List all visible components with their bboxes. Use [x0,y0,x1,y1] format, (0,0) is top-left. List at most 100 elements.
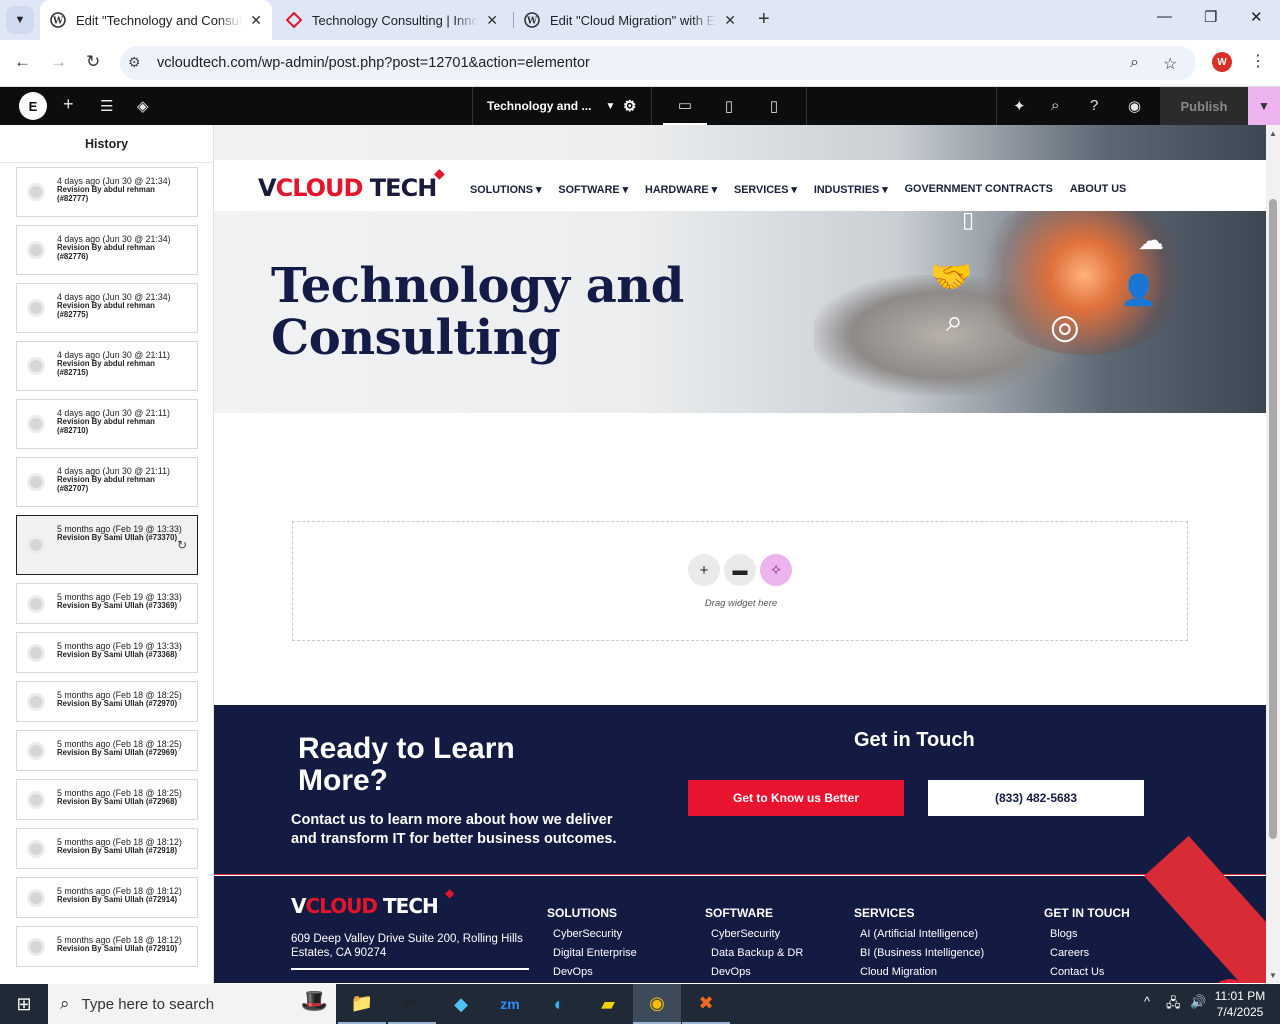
revision-item[interactable]: 5 months ago (Feb 19 @ 13:33) Revision By… [16,583,198,624]
elementor-logo-icon[interactable]: E [19,92,47,120]
new-tab-icon[interactable]: + [758,8,770,31]
edge-browser-icon[interactable]: ◐ [535,984,583,1024]
forward-icon[interactable]: → [50,52,67,72]
profile-avatar[interactable]: W [1212,52,1232,72]
restore-icon[interactable]: ❐ [1204,8,1217,26]
get-to-know-us-button[interactable]: Get to Know us Better [688,780,904,816]
footer-link[interactable]: Cloud Migration [860,966,984,978]
publish-options-chevron-icon[interactable]: ▼ [1248,87,1280,125]
phone-button[interactable]: (833) 482-5683 [928,780,1144,816]
scrollbar-thumb[interactable] [1269,199,1277,839]
add-element-icon[interactable]: + [63,94,74,115]
preview-eye-icon[interactable]: ◉ [1128,97,1141,115]
chrome-browser-icon[interactable]: ◉ [633,984,681,1024]
hero-title[interactable]: Technology and Consulting [271,260,684,364]
gem-app-icon[interactable]: ◆ [437,984,485,1024]
clock-time: 11:01 PM [1214,989,1266,1003]
file-explorer-icon[interactable]: 📁 [338,984,386,1024]
minimize-icon[interactable]: — [1157,8,1172,25]
menu-item-hardware[interactable]: HARDWARE ▾ [645,183,717,196]
footer-link[interactable]: Contact Us [1050,966,1130,978]
help-icon[interactable]: ? [1090,97,1098,114]
footer-logo[interactable]: VCLOUD TECH ◆ [291,886,454,918]
snipping-tool-icon[interactable]: ✂ [388,984,436,1024]
taskbar-clock[interactable]: 11:01 PM 7/4/2025 [1208,988,1272,1020]
tablet-view-icon[interactable]: ▯ [707,87,751,125]
menu-item-about-us[interactable]: ABOUT US [1070,183,1126,196]
revision-item[interactable]: 5 months ago (Feb 18 @ 18:25) Revision By… [16,681,198,722]
zoom-icon[interactable]: ⌕ [1130,54,1139,72]
tab-edit-technology[interactable]: W Edit "Technology and Consulting" ✕ [40,0,272,40]
footer-link[interactable]: Careers [1050,947,1130,959]
scroll-up-icon[interactable]: ▲ [1269,129,1277,138]
close-window-icon[interactable]: ✕ [1250,8,1263,26]
revision-item[interactable]: 5 months ago (Feb 18 @ 18:25) Revision By… [16,730,198,771]
revision-item[interactable]: 5 months ago (Feb 18 @ 18:12) Revision By… [16,877,198,918]
ai-sparkle-icon[interactable]: ✧ [760,554,792,586]
revision-item[interactable]: 4 days ago (Jun 30 @ 21:11) Revision By a… [16,457,198,507]
add-template-folder-icon[interactable]: ▬ [724,554,756,586]
xampp-icon[interactable]: ✖ [682,984,730,1024]
publish-button[interactable]: Publish [1160,87,1248,125]
page-settings-gear-icon[interactable]: ⚙ [623,97,636,115]
footer-link[interactable]: BI (Business Intelligence) [860,947,984,959]
structure-layers-icon[interactable]: ◈ [137,97,149,115]
network-icon[interactable]: 🖧 [1166,994,1181,1016]
url-text[interactable]: vcloudtech.com/wp-admin/post.php?post=12… [157,55,590,71]
revision-item[interactable]: 4 days ago (Jun 30 @ 21:34) Revision By a… [16,225,198,275]
revision-item[interactable]: 4 days ago (Jun 30 @ 21:11) Revision By a… [16,399,198,449]
reload-icon[interactable]: ↻ [86,52,100,72]
vcloud-tech-logo[interactable]: VCLOUD TECH ◆ [258,166,445,202]
tab-search-button[interactable]: ▼ [6,6,34,34]
revision-item[interactable]: 5 months ago (Feb 19 @ 13:33) Revision By… [16,515,198,575]
revision-item[interactable]: 5 months ago (Feb 18 @ 18:12) Revision By… [16,926,198,967]
scroll-down-icon[interactable]: ▼ [1269,971,1277,980]
footer-link[interactable]: AI (Artificial Intelligence) [860,928,984,940]
taskbar-search[interactable]: ⌕ Type here to search 🎩 [48,984,336,1024]
footer-link[interactable]: CyberSecurity [553,928,637,940]
canvas-scrollbar[interactable]: ▲ ▼ [1266,125,1280,983]
footer-link[interactable]: Digital Enterprise [553,947,637,959]
revision-item[interactable]: 4 days ago (Jun 30 @ 21:11) Revision By a… [16,341,198,391]
menu-item-solutions[interactable]: SOLUTIONS ▾ [470,183,541,196]
revision-item[interactable]: 5 months ago (Feb 18 @ 18:25) Revision By… [16,779,198,820]
close-tab-icon[interactable]: ✕ [724,12,736,29]
zoom-app-icon[interactable]: zm [486,984,534,1024]
document-settings-dropdown[interactable]: Technology and ... ▼ ⚙ [472,87,652,125]
revision-item[interactable]: 4 days ago (Jun 30 @ 21:34) Revision By a… [16,283,198,333]
omnibox[interactable]: ⚙ vcloudtech.com/wp-admin/post.php?post=… [120,46,1196,80]
close-tab-icon[interactable]: ✕ [486,12,498,29]
footer-link[interactable]: Blogs [1050,928,1130,940]
finder-search-icon[interactable]: ⌕ [1051,97,1059,114]
footer-link[interactable]: DevOps [711,966,803,978]
tab-technology-consulting[interactable]: Technology Consulting | Innovative ✕ [276,0,508,40]
revision-item[interactable]: 4 days ago (Jun 30 @ 21:34) Revision By a… [16,167,198,217]
menu-item-software[interactable]: SOFTWARE ▾ [558,183,628,196]
footer-link[interactable]: Data Backup & DR [711,947,803,959]
tab-edit-cloud-migration[interactable]: W Edit "Cloud Migration" with Elementor … [514,0,746,40]
bookmark-star-icon[interactable]: ☆ [1163,54,1177,74]
mobile-view-icon[interactable]: ▯ [752,87,796,125]
hero-section[interactable]: 🤝 ⌕ ◎ 👤 ▯ ☁ VCLOUD TECH ◆ SOLUTIONS ▾ SO… [214,125,1266,413]
revision-item[interactable]: 5 months ago (Feb 19 @ 13:33) Revision By… [16,632,198,673]
site-settings-sliders-icon[interactable]: ☰ [100,97,113,115]
site-settings-icon[interactable]: ⚙ [128,54,141,71]
sticky-notes-icon[interactable]: ▰ [584,984,632,1024]
footer-link[interactable]: CyberSecurity [711,928,803,940]
menu-item-industries[interactable]: INDUSTRIES ▾ [814,183,888,196]
revision-item[interactable]: 5 months ago (Feb 18 @ 18:12) Revision By… [16,828,198,869]
menu-item-services[interactable]: SERVICES ▾ [734,183,797,196]
footer-link[interactable]: DevOps [553,966,637,978]
volume-icon[interactable]: 🔊 [1190,994,1206,1010]
windows-start-icon[interactable]: ⊞ [0,984,48,1024]
notes-pin-icon[interactable]: ✦ [1013,97,1026,115]
desktop-view-icon[interactable]: ▭ [663,87,707,125]
back-icon[interactable]: ← [14,52,31,72]
close-tab-icon[interactable]: ✕ [250,12,262,29]
browser-menu-icon[interactable]: ⋮ [1250,51,1266,71]
tray-overflow-icon[interactable]: ^ [1144,994,1150,1009]
add-section-button[interactable]: + [688,554,720,586]
empty-section-dropzone[interactable]: + ▬ ✧ Drag widget here [292,521,1188,641]
cta-section[interactable]: Ready to Learn More? Contact us to learn… [214,705,1266,875]
menu-item-government-contracts[interactable]: GOVERNMENT CONTRACTS [905,183,1053,196]
